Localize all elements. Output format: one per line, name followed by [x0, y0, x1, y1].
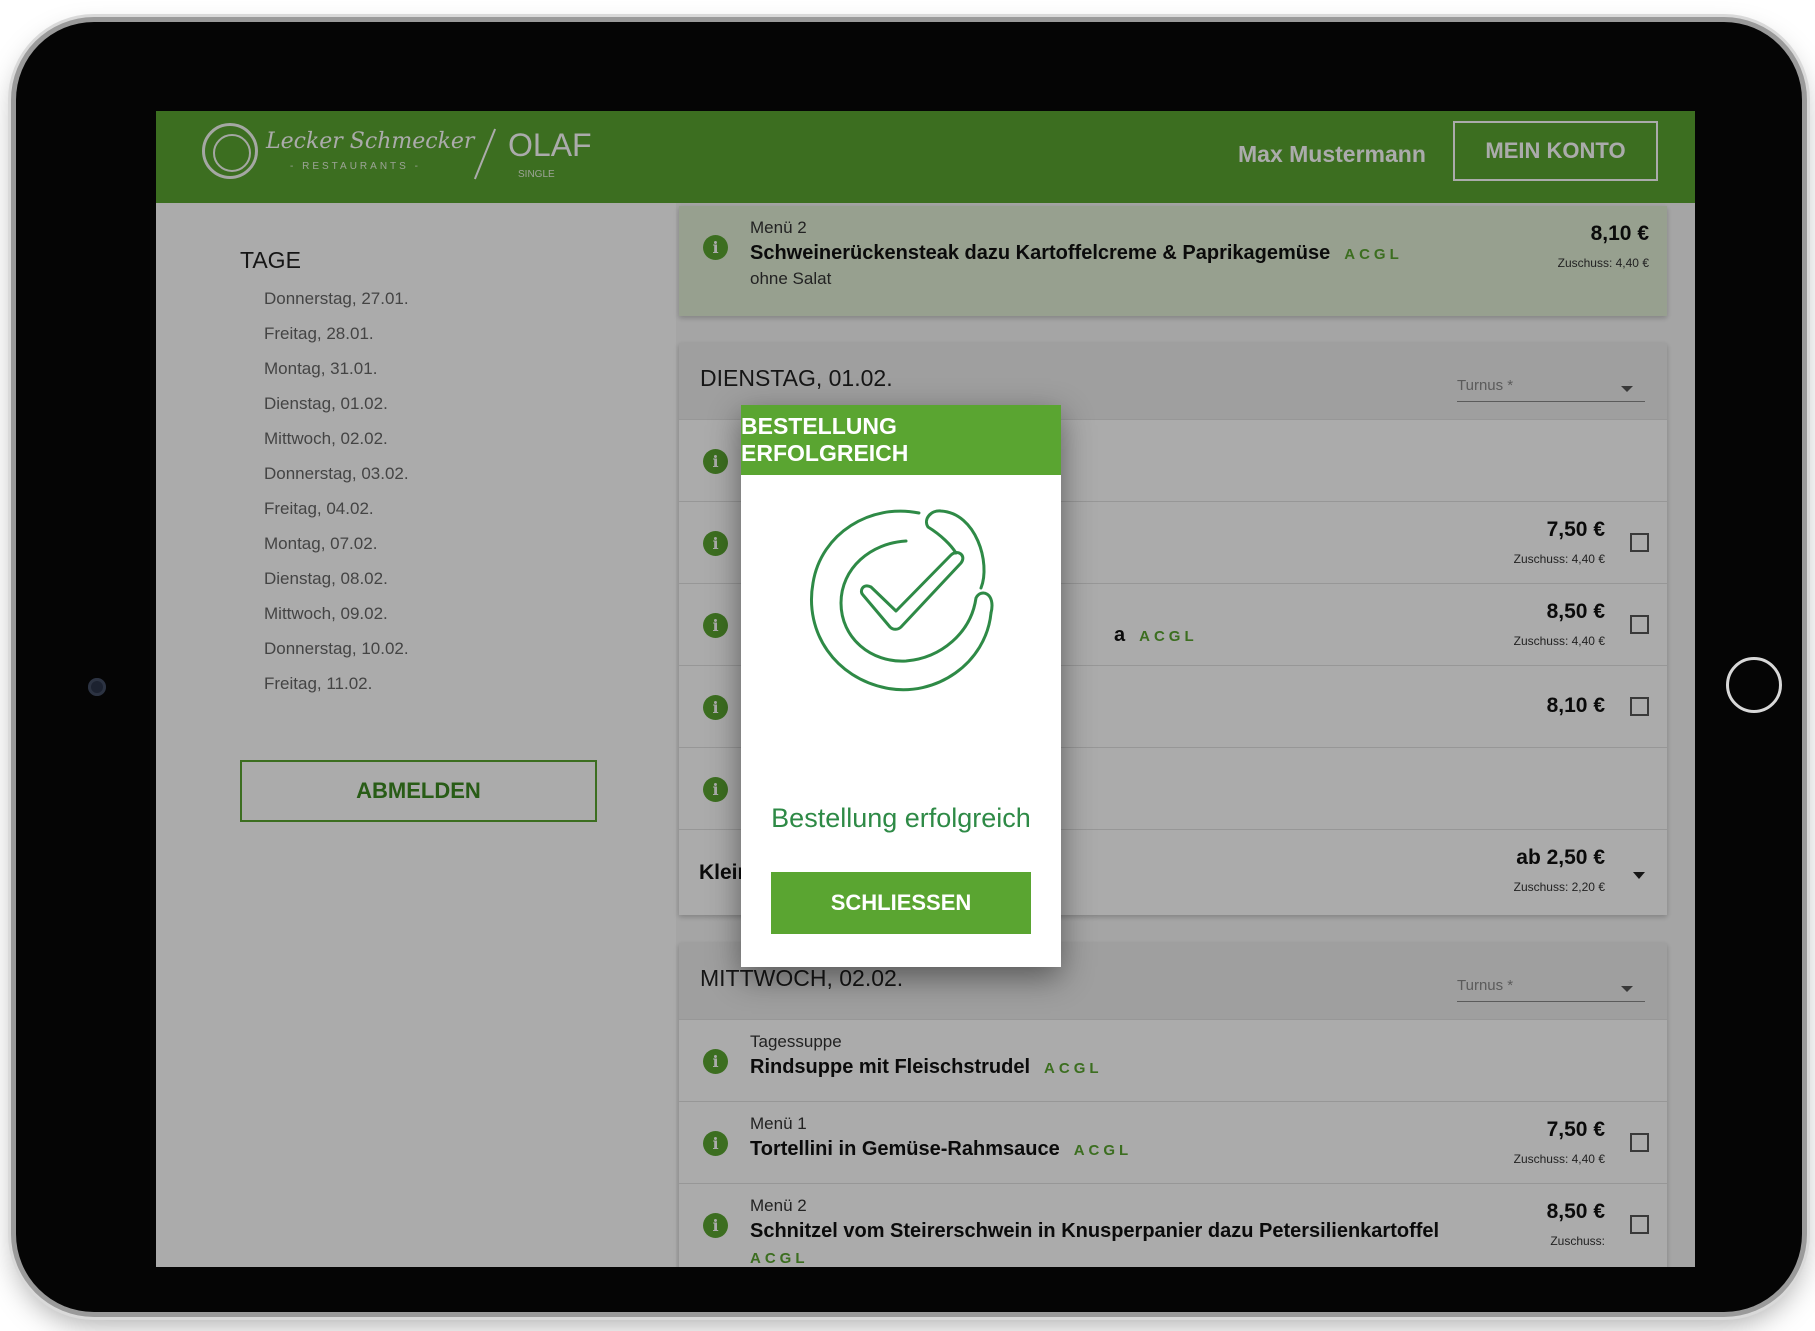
- success-check-icon: [810, 509, 994, 692]
- dialog-title: BESTELLUNG ERFOLGREICH: [741, 405, 1061, 475]
- home-button[interactable]: [1726, 657, 1782, 713]
- front-camera: [88, 678, 106, 696]
- dialog-message: Bestellung erfolgreich: [771, 803, 1031, 833]
- order-success-dialog: BESTELLUNG ERFOLGREICH Bestellung erfolg…: [741, 405, 1061, 967]
- close-dialog-button[interactable]: SCHLIESSEN: [771, 872, 1031, 934]
- app-screen: Lecker Schmecker - RESTAURANTS - OLAF SI…: [156, 111, 1695, 1267]
- tablet-frame: Lecker Schmecker - RESTAURANTS - OLAF SI…: [16, 22, 1802, 1312]
